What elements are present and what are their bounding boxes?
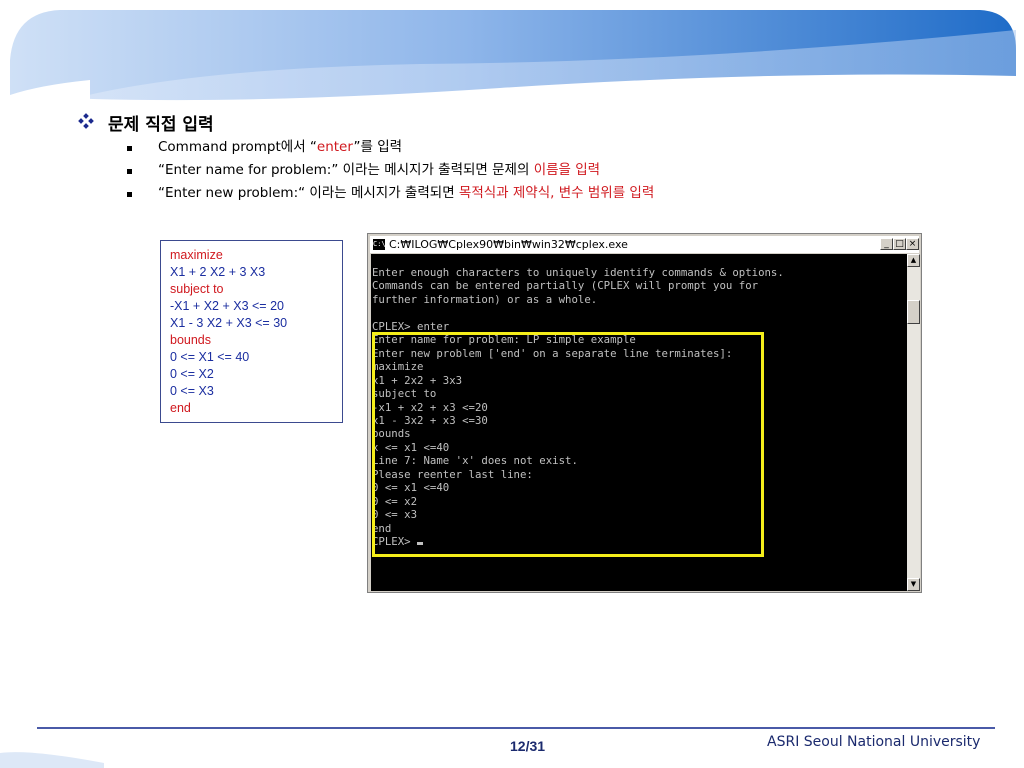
console-scrollbar[interactable]: ▲ ▼ (907, 254, 920, 591)
lp-line: X1 + 2 X2 + 3 X3 (170, 265, 266, 279)
console-window-title: C:₩ILOG₩Cplex90₩bin₩win32₩cplex.exe (389, 238, 628, 251)
minimize-button[interactable]: _ (880, 238, 893, 250)
lp-line: bounds (170, 333, 212, 347)
lp-line: 0 <= X2 (170, 367, 214, 381)
close-button[interactable]: × (906, 238, 919, 250)
footer-divider (37, 727, 995, 729)
maximize-button[interactable]: □ (893, 238, 906, 250)
console-line: Commands can be entered partially (CPLEX… (372, 279, 759, 293)
organization-name: ASRI Seoul National University (767, 734, 981, 750)
bullet-text: “Enter name for problem:” 이라는 메시지가 출력되면 … (158, 162, 601, 178)
lp-line: end (170, 401, 191, 415)
scroll-up-arrow-icon[interactable]: ▲ (907, 254, 920, 267)
corner-decoration (0, 752, 104, 768)
console-line: Enter enough characters to uniquely iden… (372, 266, 784, 279)
square-bullet-icon (127, 192, 132, 197)
console-title-bar[interactable]: C:\ C:₩ILOG₩Cplex90₩bin₩win32₩cplex.exe … (370, 236, 919, 253)
lp-line: X1 - 3 X2 + X3 <= 30 (170, 316, 288, 330)
lp-line: maximize (170, 248, 223, 262)
page-number: 12/31 (510, 738, 546, 754)
console-output[interactable]: Enter enough characters to uniquely iden… (371, 254, 907, 591)
slide-title: 문제 직접 입력 (108, 115, 214, 135)
console-line: further information) or as a whole. (372, 292, 598, 306)
bullet-text: Command prompt에서 “enter”를 입력 (158, 139, 403, 155)
diamond-bullet-icon (78, 113, 94, 129)
console-app-icon: C:\ (373, 239, 386, 250)
cplex-console-window[interactable]: C:\ C:₩ILOG₩Cplex90₩bin₩win32₩cplex.exe … (367, 233, 922, 593)
square-bullet-icon (127, 169, 132, 174)
scroll-down-arrow-icon[interactable]: ▼ (907, 578, 920, 591)
lp-line: -X1 + X2 + X3 <= 20 (170, 299, 284, 313)
scroll-thumb[interactable] (907, 300, 920, 324)
highlight-box (372, 332, 764, 557)
bullet-text: “Enter new problem:“ 이라는 메시지가 출력되면 목적식과 … (158, 185, 655, 201)
lp-line: subject to (170, 282, 224, 296)
square-bullet-icon (127, 146, 132, 151)
lp-line: 0 <= X3 (170, 384, 214, 398)
lp-line: 0 <= X1 <= 40 (170, 350, 250, 364)
lp-model-box: maximize X1 + 2 X2 + 3 X3 subject to -X1… (160, 240, 343, 423)
